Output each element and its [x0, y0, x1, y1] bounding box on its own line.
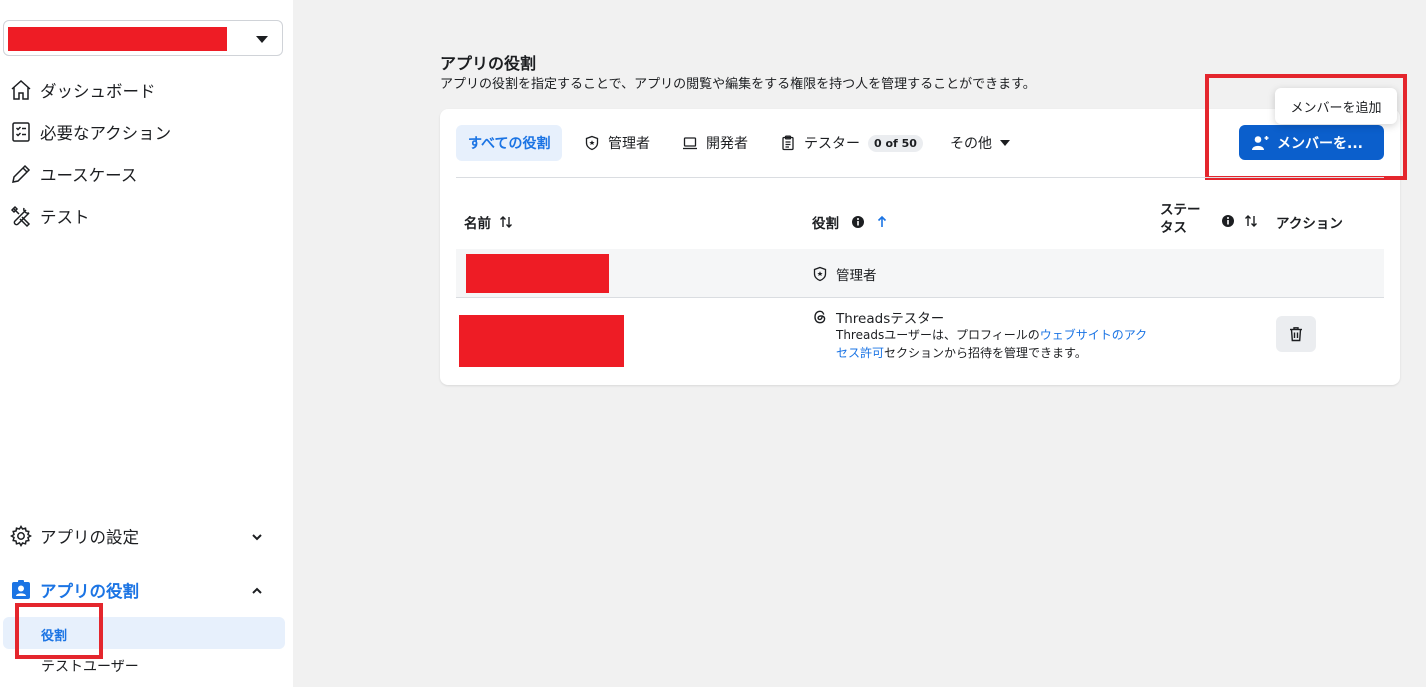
- nav-item-required-actions[interactable]: 必要なアクション: [8, 116, 171, 148]
- checklist-icon: [8, 119, 34, 145]
- app-selector[interactable]: [3, 20, 283, 56]
- role-label: 管理者: [836, 268, 877, 284]
- sort-icon[interactable]: [1244, 214, 1258, 228]
- column-header-status[interactable]: ステー タス: [1160, 201, 1201, 237]
- description-text: セクションから招待を管理できます。: [884, 346, 1087, 360]
- header-label: タス: [1160, 220, 1187, 236]
- tab-admin[interactable]: 管理者: [584, 125, 650, 161]
- pencil-icon: [8, 161, 34, 187]
- header-label: 役割: [812, 216, 839, 232]
- redacted-member-name: [459, 315, 624, 367]
- gear-icon: [8, 523, 34, 549]
- shield-star-icon: [813, 266, 827, 282]
- caret-down-icon: [1000, 140, 1010, 146]
- tab-label: テスター: [804, 136, 860, 152]
- home-icon: [8, 77, 34, 103]
- tab-label: その他: [950, 136, 992, 152]
- tabs-divider: [456, 177, 1384, 178]
- threads-tester-description: Threadsユーザーは、プロフィールのウェブサイトのアクセス許可セクションから…: [836, 326, 1156, 362]
- info-icon: [1222, 215, 1234, 227]
- column-header-name[interactable]: 名前: [464, 212, 513, 232]
- clipboard-icon: [782, 135, 794, 151]
- roles-badge-icon: [8, 577, 34, 603]
- tab-label: 開発者: [706, 136, 748, 152]
- sort-ascending-icon: [877, 215, 887, 227]
- tab-other[interactable]: その他: [950, 125, 1010, 161]
- header-label: アクション: [1276, 216, 1343, 232]
- tester-count-badge: 0 of 50: [868, 134, 923, 152]
- redacted-app-name: [8, 27, 227, 51]
- column-header-role[interactable]: 役割: [812, 212, 889, 232]
- nav-item-app-roles[interactable]: アプリの役割: [8, 574, 139, 606]
- nav-label: テスト: [40, 208, 90, 227]
- nav-label: アプリの設定: [40, 528, 139, 547]
- delete-button[interactable]: [1276, 316, 1316, 352]
- page-title: アプリの役割: [440, 54, 537, 73]
- trash-icon: [1290, 327, 1302, 342]
- role-label: Threadsテスター: [836, 311, 945, 327]
- nav-item-test[interactable]: テスト: [8, 200, 90, 232]
- description-text: Threadsユーザーは、プロフィールの: [836, 328, 1040, 342]
- nav-label: ダッシュボード: [40, 82, 156, 101]
- threads-icon: [814, 310, 826, 324]
- nav-item-dashboard[interactable]: ダッシュボード: [8, 74, 156, 106]
- role-cell: Threadsテスター: [812, 307, 944, 327]
- nav-item-use-cases[interactable]: ユースケース: [8, 158, 137, 190]
- tab-all-roles[interactable]: すべての役割: [456, 125, 563, 161]
- header-label: 名前: [464, 216, 491, 232]
- sort-icon: [500, 216, 512, 228]
- caret-down-icon: [256, 36, 268, 43]
- info-icon: [852, 216, 864, 228]
- chevron-down-icon[interactable]: [250, 529, 264, 543]
- redacted-member-name: [466, 254, 609, 293]
- page-subtitle: アプリの役割を指定することで、アプリの閲覧や編集をする権限を持つ人を管理すること…: [440, 77, 1036, 92]
- highlight-box-roles: [15, 603, 103, 659]
- laptop-icon: [683, 137, 697, 150]
- nav-label: 必要なアクション: [40, 124, 172, 143]
- tab-tester[interactable]: テスター 0 of 50: [780, 125, 923, 161]
- role-cell: 管理者: [812, 264, 877, 284]
- highlight-box-add-member: [1205, 74, 1407, 180]
- tab-label: すべての役割: [468, 136, 551, 152]
- chevron-up-icon[interactable]: [250, 583, 264, 597]
- nav-label: アプリの役割: [40, 582, 139, 601]
- tab-developer[interactable]: 開発者: [682, 125, 748, 161]
- nav-item-app-settings[interactable]: アプリの設定: [8, 520, 139, 552]
- header-label: ステー: [1160, 202, 1201, 218]
- nav-label: ユースケース: [40, 166, 138, 185]
- tools-icon: [8, 203, 34, 229]
- tab-label: 管理者: [608, 136, 650, 152]
- sub-item-test-users[interactable]: テストユーザー: [41, 656, 139, 676]
- shield-star-icon: [585, 135, 599, 151]
- column-header-action: アクション: [1276, 212, 1343, 232]
- sidebar: ダッシュボード 必要なアクション ユースケース テスト アプリの設定 アプリの役…: [0, 0, 293, 687]
